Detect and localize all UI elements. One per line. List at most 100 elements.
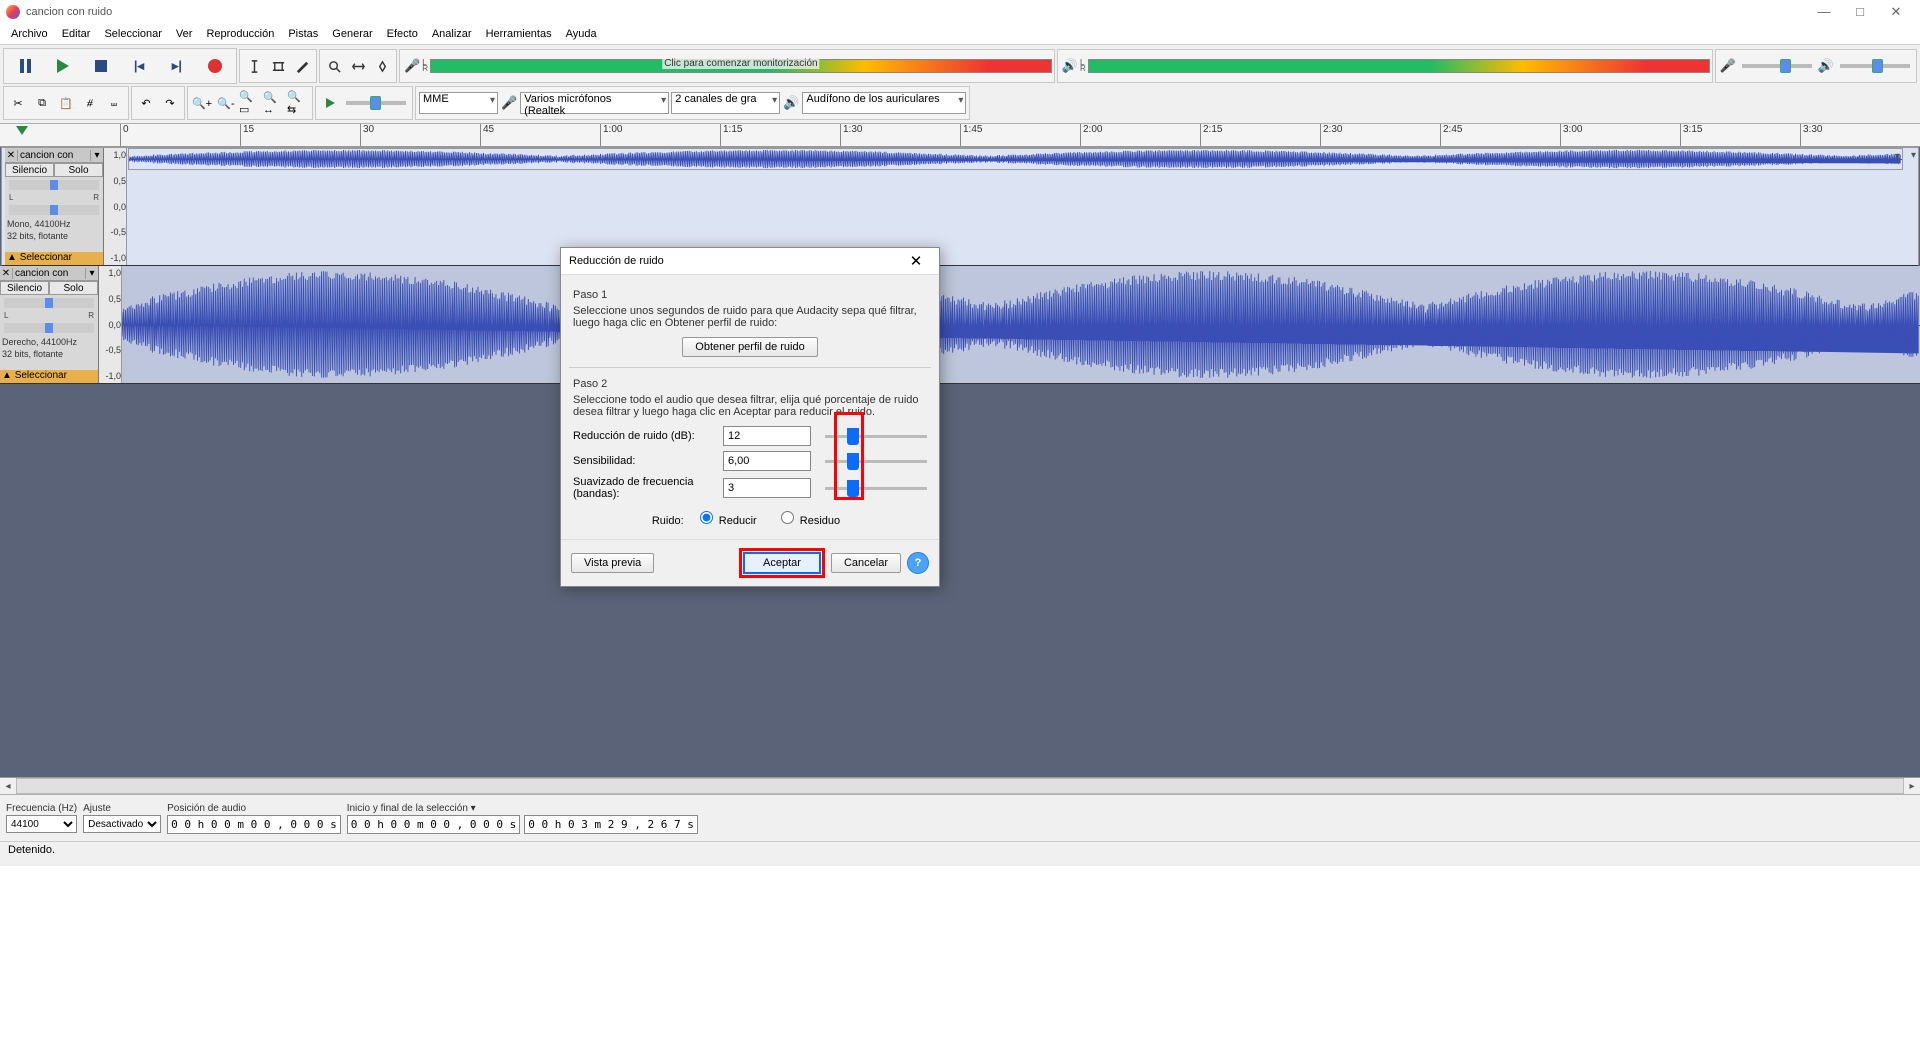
mute-button[interactable]: Silencio xyxy=(0,281,49,295)
preview-button[interactable]: Vista previa xyxy=(571,553,654,573)
pause-button[interactable] xyxy=(7,52,43,80)
ok-button[interactable]: Aceptar xyxy=(743,552,821,574)
zoom-toggle-icon[interactable]: 🔍⇆ xyxy=(287,92,309,114)
track-control-panel[interactable]: ✕cancion con▾ SilencioSolo LR Derecho, 4… xyxy=(0,266,99,383)
track-waveform[interactable] xyxy=(122,266,1920,383)
menu-generar[interactable]: Generar xyxy=(325,28,379,40)
menu-ayuda[interactable]: Ayuda xyxy=(559,28,604,40)
undo-icon[interactable]: ↶ xyxy=(135,92,157,114)
menu-herramientas[interactable]: Herramientas xyxy=(479,28,559,40)
menu-ver[interactable]: Ver xyxy=(169,28,200,40)
solo-button[interactable]: Solo xyxy=(49,281,98,295)
playback-device-select[interactable]: Audífono de los auriculares xyxy=(802,92,966,114)
menu-analizar[interactable]: Analizar xyxy=(425,28,479,40)
track-vscale: 1,00,50,0-0,5-1,0 xyxy=(104,148,127,265)
track-close-icon[interactable]: ✕ xyxy=(5,150,18,161)
menu-seleccionar[interactable]: Seleccionar xyxy=(97,28,168,40)
project-rate-select[interactable]: 44100 xyxy=(6,815,77,833)
play-button[interactable] xyxy=(45,52,81,80)
mute-button[interactable]: Silencio xyxy=(5,163,54,177)
gain-slider[interactable] xyxy=(9,180,99,190)
skip-start-button[interactable]: |◂ xyxy=(121,52,157,80)
recording-device-select[interactable]: Varios micrófonos (Realtek xyxy=(520,92,669,114)
meter-lr-label: LR xyxy=(422,60,428,72)
audio-host-select[interactable]: MME xyxy=(419,92,498,114)
track-menu-icon[interactable]: ▾ xyxy=(85,268,98,279)
sensitivity-input[interactable] xyxy=(723,451,811,471)
silence-icon[interactable]: ⧢ xyxy=(103,92,125,114)
zoom-sel-icon[interactable]: 🔍▭ xyxy=(239,92,261,114)
reduce-radio[interactable]: Reducir xyxy=(695,515,757,527)
recording-volume-slider[interactable] xyxy=(1742,64,1812,68)
pan-slider[interactable] xyxy=(9,205,99,215)
get-noise-profile-button[interactable]: Obtener perfil de ruido xyxy=(682,337,817,357)
track-menu-icon[interactable]: ▾ xyxy=(90,150,103,161)
selection-end-value[interactable]: 0 0 h 0 3 m 2 9 , 2 6 7 s xyxy=(524,815,698,834)
audio-position-field: Posición de audio 0 0 h 0 0 m 0 0 , 0 0 … xyxy=(167,803,341,834)
selection-toolbar: Frecuencia (Hz) 44100 Ajuste Desactivado… xyxy=(0,794,1920,841)
dialog-close-icon[interactable]: ✕ xyxy=(901,252,931,270)
scroll-left-icon[interactable]: ◂ xyxy=(0,781,16,792)
record-button[interactable] xyxy=(197,52,233,80)
track-select-button[interactable]: ▲ Seleccionar xyxy=(5,252,103,265)
selection-tool-icon[interactable] xyxy=(243,55,265,77)
menu-pistas[interactable]: Pistas xyxy=(281,28,325,40)
track-select-button[interactable]: ▲ Seleccionar xyxy=(0,370,98,383)
play-speed-slider[interactable] xyxy=(346,101,406,105)
time-tick: 3:00 xyxy=(1560,124,1680,146)
solo-button[interactable]: Solo xyxy=(54,163,103,177)
snap-field: Ajuste Desactivado xyxy=(83,803,161,833)
minimize-button[interactable]: — xyxy=(1806,1,1842,23)
snap-select[interactable]: Desactivado xyxy=(83,815,161,833)
menu-editar[interactable]: Editar xyxy=(55,28,98,40)
skip-end-button[interactable]: ▸| xyxy=(159,52,195,80)
multi-tool-icon[interactable] xyxy=(371,55,393,77)
menu-reproduccion[interactable]: Reproducción xyxy=(199,28,281,40)
pan-slider[interactable] xyxy=(4,323,94,333)
timeline-ruler[interactable]: 0 15 30 45 1:00 1:15 1:30 1:45 2:00 2:15… xyxy=(0,124,1920,147)
cancel-button[interactable]: Cancelar xyxy=(831,553,901,573)
selection-start-value[interactable]: 0 0 h 0 0 m 0 0 , 0 0 0 s xyxy=(347,815,521,834)
scroll-right-icon[interactable]: ▸ xyxy=(1904,781,1920,792)
audio-position-value[interactable]: 0 0 h 0 0 m 0 0 , 0 0 0 s xyxy=(167,815,341,834)
trim-icon[interactable]: ⧣ xyxy=(79,92,101,114)
close-button[interactable]: ✕ xyxy=(1878,1,1914,23)
redo-icon[interactable]: ↷ xyxy=(159,92,181,114)
horizontal-scrollbar[interactable]: ◂ ▸ xyxy=(0,777,1920,794)
playback-volume-slider[interactable] xyxy=(1840,64,1910,68)
help-icon[interactable]: ? xyxy=(907,552,929,574)
recording-meter[interactable]: 🎤 LR Clic para comenzar monitorización xyxy=(399,49,1055,83)
zoom-tool-icon[interactable] xyxy=(323,55,345,77)
copy-icon[interactable]: ⧉ xyxy=(31,92,53,114)
recording-channels-select[interactable]: 2 canales de gra xyxy=(671,92,780,114)
stop-button[interactable] xyxy=(83,52,119,80)
track-name[interactable]: cancion con xyxy=(13,268,85,279)
residue-radio[interactable]: Residuo xyxy=(776,515,840,527)
zoom-in-icon[interactable]: 🔍+ xyxy=(191,92,213,114)
sensitivity-label: Sensibilidad: xyxy=(573,455,723,467)
paste-icon[interactable]: 📋 xyxy=(55,92,77,114)
microphone-icon: 🎤 xyxy=(404,58,420,74)
play-at-speed-button[interactable] xyxy=(319,92,341,114)
menu-efecto[interactable]: Efecto xyxy=(380,28,425,40)
timeshift-tool-icon[interactable] xyxy=(347,55,369,77)
menu-archivo[interactable]: Archivo xyxy=(4,28,55,40)
envelope-tool-icon[interactable] xyxy=(267,55,289,77)
dialog-titlebar[interactable]: Reducción de ruido ✕ xyxy=(561,248,939,275)
freq-smoothing-input[interactable] xyxy=(723,478,811,498)
gain-slider[interactable] xyxy=(4,298,94,308)
zoom-fit-icon[interactable]: 🔍↔ xyxy=(263,92,285,114)
zoom-toolbar: 🔍+ 🔍- 🔍▭ 🔍↔ 🔍⇆ xyxy=(187,86,313,120)
maximize-button[interactable]: □ xyxy=(1842,1,1878,23)
track-name[interactable]: cancion con xyxy=(18,150,90,161)
playhead-marker-icon[interactable] xyxy=(16,126,28,135)
track-waveform[interactable] xyxy=(128,148,1903,170)
project-rate-field: Frecuencia (Hz) 44100 xyxy=(6,803,77,833)
track-close-icon[interactable]: ✕ xyxy=(0,268,13,279)
draw-tool-icon[interactable] xyxy=(291,55,313,77)
cut-icon[interactable]: ✂ xyxy=(7,92,29,114)
track-control-panel[interactable]: ✕cancion con▾ SilencioSolo LR Mono, 4410… xyxy=(5,148,104,265)
playback-meter[interactable]: 🔊 LR xyxy=(1057,49,1713,83)
zoom-out-icon[interactable]: 🔍- xyxy=(215,92,237,114)
noise-reduction-input[interactable] xyxy=(723,426,811,446)
